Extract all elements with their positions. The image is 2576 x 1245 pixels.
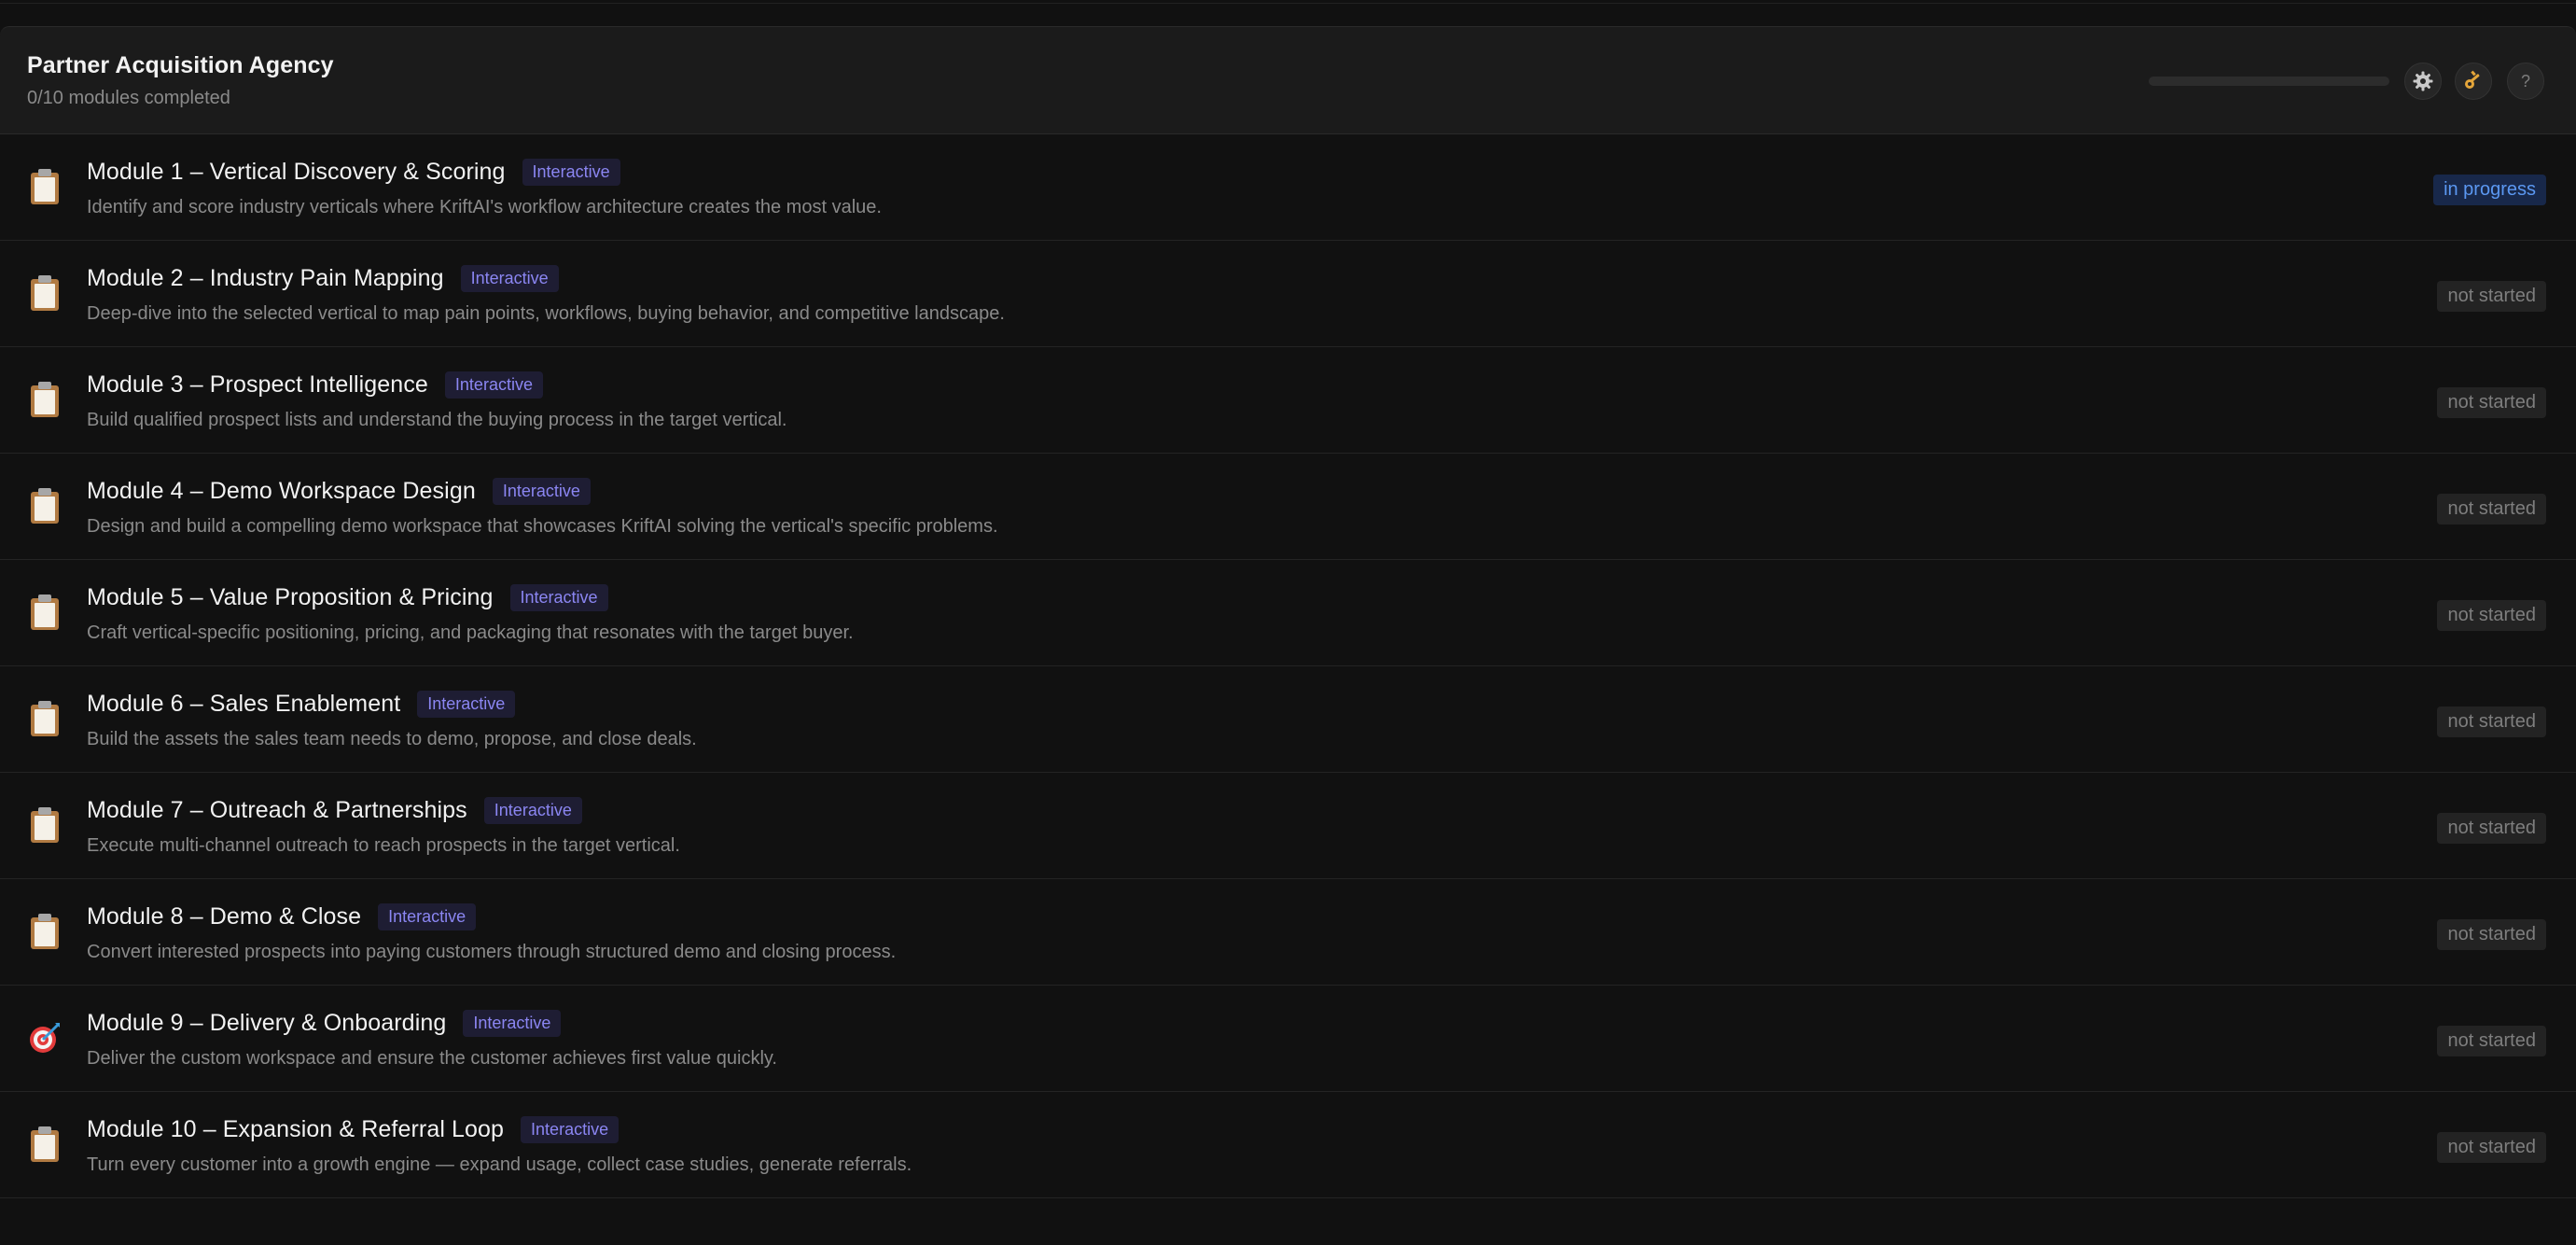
module-type-tag: Interactive (463, 1010, 562, 1037)
help-label: ? (2520, 71, 2530, 91)
module-description: Identify and score industry verticals wh… (87, 197, 882, 217)
module-description: Convert interested prospects into paying… (87, 942, 897, 962)
module-title-line: Module 3 – Prospect Intelligence Interac… (87, 371, 543, 399)
module-icon-slot (26, 485, 63, 526)
clipboard-icon (31, 807, 59, 843)
module-title-line: Module 1 – Vertical Discovery & Scoring … (87, 159, 620, 186)
module-status-badge: not started (2437, 1132, 2546, 1163)
clipboard-icon (31, 595, 59, 630)
module-title: Module 9 – Delivery & Onboarding (87, 1010, 447, 1036)
module-icon-slot (26, 911, 63, 952)
module-status-badge: not started (2437, 813, 2546, 844)
module-title: Module 8 – Demo & Close (87, 903, 362, 930)
module-description: Design and build a compelling demo works… (87, 516, 998, 537)
module-row-8[interactable]: Module 8 – Demo & Close Interactive Conv… (0, 879, 2576, 986)
module-title-line: Module 7 – Outreach & Partnerships Inter… (87, 797, 582, 824)
module-title-line: Module 5 – Value Proposition & Pricing I… (87, 584, 608, 611)
module-title: Module 4 – Demo Workspace Design (87, 478, 476, 504)
module-type-tag: Interactive (460, 265, 559, 292)
module-description: Deliver the custom workspace and ensure … (87, 1048, 777, 1069)
module-icon-slot (26, 1017, 63, 1058)
module-description: Execute multi-channel outreach to reach … (87, 835, 680, 856)
module-title: Module 5 – Value Proposition & Pricing (87, 584, 494, 610)
module-row-10[interactable]: Module 10 – Expansion & Referral Loop In… (0, 1092, 2576, 1198)
module-title: Module 10 – Expansion & Referral Loop (87, 1116, 505, 1142)
course-title: Partner Acquisition Agency (27, 52, 334, 78)
module-title-line: Module 8 – Demo & Close Interactive (87, 903, 477, 930)
module-type-tag: Interactive (492, 478, 591, 505)
module-title-line: Module 4 – Demo Workspace Design Interac… (87, 478, 591, 505)
clipboard-icon (31, 275, 59, 311)
module-title-line: Module 10 – Expansion & Referral Loop In… (87, 1116, 620, 1143)
key-icon (2465, 70, 2480, 89)
module-icon-slot (26, 592, 63, 633)
api-key-button[interactable] (2455, 63, 2492, 100)
module-description: Deep-dive into the selected vertical to … (87, 303, 1005, 324)
module-row-7[interactable]: Module 7 – Outreach & Partnerships Inter… (0, 773, 2576, 879)
clipboard-icon (31, 382, 59, 417)
module-icon-slot (26, 1124, 63, 1165)
module-icon-slot (26, 166, 63, 207)
module-title: Module 3 – Prospect Intelligence (87, 371, 428, 398)
clipboard-icon (31, 488, 59, 524)
module-icon-slot (26, 379, 63, 420)
module-status-badge: not started (2437, 919, 2546, 950)
module-row-2[interactable]: Module 2 – Industry Pain Mapping Interac… (0, 241, 2576, 347)
module-type-tag: Interactive (483, 797, 582, 824)
clipboard-icon (31, 701, 59, 736)
module-status-badge: not started (2437, 281, 2546, 312)
module-status-badge: in progress (2433, 175, 2546, 205)
app-page: Partner Acquisition Agency 0/10 modules … (0, 0, 2576, 1245)
module-description: Build the assets the sales team needs to… (87, 729, 697, 749)
module-type-tag: Interactive (417, 691, 516, 718)
module-title: Module 1 – Vertical Discovery & Scoring (87, 159, 506, 185)
completion-summary: 0/10 modules completed (27, 88, 230, 108)
module-status-badge: not started (2437, 494, 2546, 525)
module-title: Module 6 – Sales Enablement (87, 691, 401, 717)
module-status-badge: not started (2437, 1026, 2546, 1056)
settings-button[interactable] (2404, 63, 2442, 100)
module-type-tag: Interactive (521, 1116, 620, 1143)
clipboard-icon (31, 914, 59, 949)
clipboard-icon (31, 1126, 59, 1162)
module-type-tag: Interactive (522, 159, 620, 186)
module-title-line: Module 9 – Delivery & Onboarding Interac… (87, 1010, 562, 1037)
module-list: Module 1 – Vertical Discovery & Scoring … (0, 134, 2576, 1198)
module-description: Turn every customer into a growth engine… (87, 1154, 912, 1175)
top-divider (0, 0, 2576, 4)
module-title: Module 7 – Outreach & Partnerships (87, 797, 467, 823)
module-status-badge: not started (2437, 706, 2546, 737)
module-row-6[interactable]: Module 6 – Sales Enablement Interactive … (0, 666, 2576, 773)
target-icon (28, 1021, 62, 1055)
module-icon-slot (26, 273, 63, 314)
module-row-1[interactable]: Module 1 – Vertical Discovery & Scoring … (0, 134, 2576, 241)
module-type-tag: Interactive (378, 903, 477, 930)
module-description: Craft vertical-specific positioning, pri… (87, 622, 854, 643)
gear-icon (2413, 71, 2433, 91)
module-row-4[interactable]: Module 4 – Demo Workspace Design Interac… (0, 454, 2576, 560)
module-title-line: Module 2 – Industry Pain Mapping Interac… (87, 265, 559, 292)
module-icon-slot (26, 804, 63, 846)
module-row-9[interactable]: Module 9 – Delivery & Onboarding Interac… (0, 986, 2576, 1092)
module-icon-slot (26, 698, 63, 739)
course-header: Partner Acquisition Agency 0/10 modules … (0, 26, 2576, 134)
module-status-badge: not started (2437, 387, 2546, 418)
module-title-line: Module 6 – Sales Enablement Interactive (87, 691, 516, 718)
module-row-5[interactable]: Module 5 – Value Proposition & Pricing I… (0, 560, 2576, 666)
clipboard-icon (31, 169, 59, 204)
module-description: Build qualified prospect lists and under… (87, 410, 787, 430)
module-type-tag: Interactive (444, 371, 543, 399)
module-type-tag: Interactive (509, 584, 608, 611)
module-status-badge: not started (2437, 600, 2546, 631)
help-button[interactable]: ? (2507, 63, 2544, 100)
module-title: Module 2 – Industry Pain Mapping (87, 265, 444, 291)
course-progress-bar (2149, 77, 2389, 86)
module-row-3[interactable]: Module 3 – Prospect Intelligence Interac… (0, 347, 2576, 454)
